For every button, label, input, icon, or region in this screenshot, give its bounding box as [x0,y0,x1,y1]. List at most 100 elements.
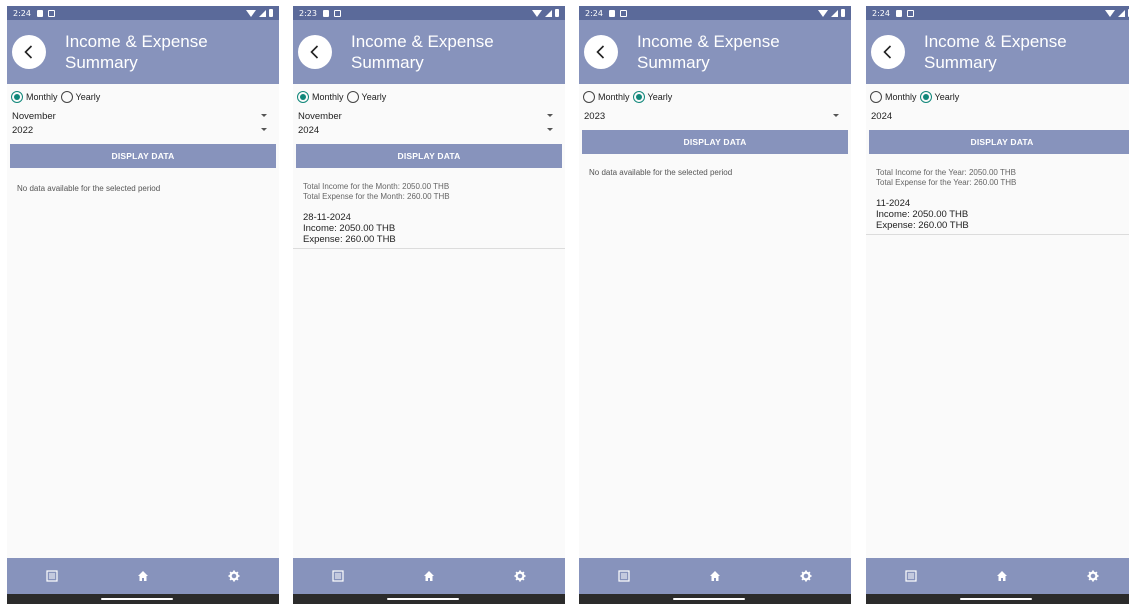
status-indicators [1105,9,1129,17]
yearly-radio-label[interactable]: Yearly [648,92,673,102]
month-dropdown-value: November [12,110,56,122]
back-button[interactable] [298,35,332,69]
chevron-left-icon [883,45,892,59]
app-bar: Income & Expense Summary [293,20,565,84]
gesture-handle[interactable] [101,598,173,600]
year-dropdown[interactable]: 2023 [579,109,851,123]
no-data-message: No data available for the selected perio… [17,184,161,193]
summary-totals: Total Income for the Month: 2050.00 THB … [293,182,565,202]
chevron-left-icon [596,45,605,59]
year-dropdown[interactable]: 2024 [866,109,1129,123]
display-data-button[interactable]: DISPLAY DATA [296,144,562,168]
yearly-radio[interactable] [632,91,645,103]
list-icon[interactable] [904,569,918,583]
gesture-bar [866,594,1129,604]
controls: Monthly Yearly 2023 [579,90,851,123]
caret-down-icon [547,114,553,117]
bottom-nav [293,558,565,594]
gesture-bar [7,594,279,604]
year-dropdown-value: 2022 [12,124,34,136]
list-icon[interactable] [331,569,345,583]
yearly-radio[interactable] [346,91,359,103]
monthly-radio[interactable] [583,91,595,103]
bottom-nav [866,558,1129,594]
year-dropdown-value: 2024 [871,110,893,122]
gear-icon[interactable] [227,569,241,583]
back-button[interactable] [584,35,618,69]
monthly-radio-label[interactable]: Monthly [598,92,630,102]
home-icon[interactable] [995,569,1009,583]
month-dropdown-value: November [298,110,342,122]
phone-screen-4: 2:24 Income & Expense Summary Monthly Ye… [866,6,1129,604]
wifi-icon [246,9,256,17]
yearly-radio-label[interactable]: Yearly [362,92,387,102]
list-icon[interactable] [45,569,59,583]
entry-income: Income: 2050.00 THB [303,223,396,234]
yearly-radio-label[interactable]: Yearly [76,92,101,102]
page-title: Income & Expense Summary [924,32,1067,72]
phone-screen-2: 2:23 Income & Expense Summary Monthly Ye… [293,6,565,604]
back-button[interactable] [12,35,46,69]
monthly-radio[interactable] [870,91,882,103]
gesture-handle[interactable] [387,598,459,600]
chevron-left-icon [310,45,319,59]
sim-icon [895,9,902,17]
home-icon[interactable] [422,569,436,583]
controls: Monthly Yearly November 2024 [293,90,565,137]
monthly-radio-label[interactable]: Monthly [312,92,344,102]
monthly-radio-label[interactable]: Monthly [26,92,58,102]
yearly-radio[interactable] [60,91,73,103]
year-dropdown[interactable]: 2022 [7,123,279,137]
yearly-radio-label[interactable]: Yearly [935,92,960,102]
status-bar: 2:23 [293,6,565,20]
sim-icon [322,9,329,17]
monthly-radio[interactable] [297,91,309,103]
home-icon[interactable] [136,569,150,583]
notification-icon [47,9,55,17]
app-bar: Income & Expense Summary [866,20,1129,84]
status-bar: 2:24 [866,6,1129,20]
display-data-button[interactable]: DISPLAY DATA [582,130,848,154]
gesture-handle[interactable] [960,598,1032,600]
list-icon[interactable] [617,569,631,583]
period-radio-group: Monthly Yearly [7,90,279,104]
controls: Monthly Yearly November 2022 [7,90,279,137]
period-radio-group: Monthly Yearly [579,90,851,104]
gear-icon[interactable] [513,569,527,583]
gear-icon[interactable] [799,569,813,583]
month-dropdown[interactable]: November [7,109,279,123]
period-radio-group: Monthly Yearly [293,90,565,104]
phone-screen-1: 2:24 Income & Expense Summary Monthly Ye… [7,6,279,604]
caret-down-icon [547,128,553,131]
gesture-bar [293,594,565,604]
total-expense-text: Total Expense for the Year: 260.00 THB [876,178,1017,187]
caret-down-icon [833,114,839,117]
entry-expense: Expense: 260.00 THB [876,220,969,231]
month-dropdown[interactable]: November [293,109,565,123]
entry-date: 11-2024 [876,198,911,209]
wifi-icon [818,9,828,17]
notification-icon [906,9,914,17]
total-expense-text: Total Expense for the Month: 260.00 THB [303,192,450,201]
sim-icon [36,9,43,17]
summary-result: Total Income for the Year: 2050.00 THB T… [866,168,1129,235]
gear-icon[interactable] [1086,569,1100,583]
entry-income: Income: 2050.00 THB [876,209,969,220]
display-data-button[interactable]: DISPLAY DATA [869,130,1129,154]
year-dropdown[interactable]: 2024 [293,123,565,137]
page-title: Income & Expense Summary [65,32,208,72]
yearly-radio[interactable] [919,91,932,103]
controls: Monthly Yearly 2024 [866,90,1129,123]
gesture-handle[interactable] [673,598,745,600]
status-time: 2:24 [872,8,890,18]
monthly-radio-label[interactable]: Monthly [885,92,917,102]
status-indicators [532,9,559,17]
entry-expense: Expense: 260.00 THB [303,234,396,245]
monthly-radio[interactable] [11,91,23,103]
home-icon[interactable] [708,569,722,583]
signal-icon [545,9,552,17]
back-button[interactable] [871,35,905,69]
battery-icon [269,9,273,17]
display-data-button[interactable]: DISPLAY DATA [10,144,276,168]
status-time: 2:23 [299,8,317,18]
